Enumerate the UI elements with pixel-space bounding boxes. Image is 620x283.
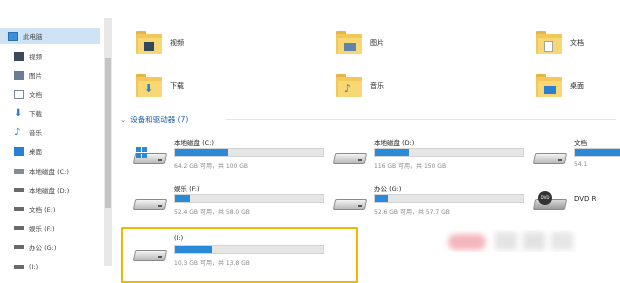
- drive-e[interactable]: 文档 54.1: [532, 137, 620, 177]
- sidebar-item-drive-i[interactable]: (I:): [0, 259, 38, 275]
- download-folder-icon: ⬇: [136, 73, 162, 99]
- video-folder-icon: [136, 30, 162, 56]
- sidebar-item-label: 图片: [29, 72, 42, 80]
- folder-music[interactable]: ♪ 音乐: [336, 73, 384, 99]
- drive-c[interactable]: 本地磁盘 (C:) 64.2 GB 可用，共 100 GB: [132, 137, 332, 177]
- drive-icon: [14, 265, 24, 269]
- folder-downloads[interactable]: ⬇ 下载: [136, 73, 184, 99]
- sidebar-item-label: 文档 (E:): [29, 206, 56, 214]
- sidebar-item-downloads[interactable]: ⬇ 下载: [0, 105, 42, 121]
- sidebar-item-label: 此电脑: [23, 33, 43, 41]
- sidebar-item-video[interactable]: 视频: [0, 48, 42, 64]
- drive-icon: [14, 245, 24, 249]
- sidebar-item-music[interactable]: ♪ 音乐: [0, 124, 42, 140]
- drive-name: 本地磁盘 (C:): [174, 139, 214, 147]
- sidebar-item-label: 本地磁盘 (D:): [29, 187, 70, 195]
- drive-capacity: 54.1: [574, 161, 588, 168]
- drive-usage-bar: [374, 194, 524, 203]
- folder-label: 桌面: [570, 82, 584, 90]
- drive-d[interactable]: 本地磁盘 (D:) 116 GB 可用，共 150 GB: [332, 137, 532, 177]
- documents-icon: [14, 89, 24, 99]
- pictures-icon: [14, 70, 24, 80]
- folder-label: 下载: [170, 82, 184, 90]
- sidebar-item-this-pc[interactable]: 此电脑: [0, 28, 100, 44]
- drive-icon: [532, 149, 568, 167]
- drive-icon: [332, 195, 368, 213]
- sidebar-item-drive-e[interactable]: 文档 (E:): [0, 201, 55, 217]
- drive-name: 娱乐 (F:): [174, 185, 200, 193]
- music-folder-icon: ♪: [336, 73, 362, 99]
- highlight-annotation: [121, 227, 358, 283]
- folder-label: 文档: [570, 39, 584, 47]
- sidebar-item-label: 本地磁盘 (C:): [29, 168, 69, 176]
- blurred-watermark: [448, 232, 573, 250]
- drive-icon: [132, 195, 168, 213]
- drive-usage-bar: [174, 194, 324, 203]
- dvd-drive-icon: DVD: [532, 191, 568, 213]
- sidebar-item-desktop[interactable]: 桌面: [0, 143, 42, 159]
- section-divider: [226, 119, 616, 120]
- sidebar-item-label: 音乐: [29, 129, 42, 137]
- folder-label: 图片: [370, 39, 384, 47]
- sidebar-item-label: (I:): [29, 263, 39, 271]
- pictures-folder-icon: [336, 30, 362, 56]
- devices-section-header[interactable]: ⌄ 设备和驱动器 (7): [120, 114, 188, 125]
- drive-capacity: 52.4 GB 可用，共 58.0 GB: [174, 209, 250, 216]
- folder-pictures[interactable]: 图片: [336, 30, 384, 56]
- folder-documents[interactable]: 文档: [536, 30, 584, 56]
- sidebar-scrollbar[interactable]: [104, 18, 112, 266]
- drive-name: 文档: [574, 139, 587, 147]
- drive-g[interactable]: 办公 (G:) 52.6 GB 可用，共 57.7 GB: [332, 183, 532, 223]
- sidebar-item-label: 桌面: [29, 148, 42, 156]
- drive-capacity: 116 GB 可用，共 150 GB: [374, 163, 447, 170]
- drive-usage-bar: [174, 148, 324, 157]
- sidebar-item-pictures[interactable]: 图片: [0, 67, 42, 83]
- sidebar-item-drive-d[interactable]: 本地磁盘 (D:): [0, 182, 69, 198]
- desktop-folder-icon: [536, 73, 562, 99]
- drive-icon: [14, 168, 24, 174]
- drive-name: 办公 (G:): [374, 185, 402, 193]
- documents-folder-icon: [536, 30, 562, 56]
- sidebar-item-drive-g[interactable]: 办公 (G:): [0, 239, 56, 255]
- drive-icon: [14, 207, 24, 211]
- drive-usage-bar: [374, 148, 524, 157]
- drive-icon: [332, 149, 368, 167]
- system-drive-icon: [132, 147, 168, 167]
- drive-name: 本地磁盘 (D:): [374, 139, 415, 147]
- sidebar-item-label: 娱乐 (F:): [29, 225, 55, 233]
- scrollbar-thumb[interactable]: [105, 58, 111, 208]
- drive-usage-bar: [574, 148, 620, 157]
- drive-capacity: 52.6 GB 可用，共 57.7 GB: [374, 209, 450, 216]
- drive-name: DVD R: [574, 195, 597, 203]
- folder-video[interactable]: 视频: [136, 30, 184, 56]
- navigation-pane: 此电脑 视频 图片 文档 ⬇ 下载 ♪ 音乐 桌面 本地磁盘 (C:) 本地磁盘…: [0, 0, 114, 283]
- sidebar-item-documents[interactable]: 文档: [0, 86, 42, 102]
- drive-icon: [14, 188, 24, 192]
- sidebar-item-drive-c[interactable]: 本地磁盘 (C:): [0, 163, 69, 179]
- drive-f[interactable]: 娱乐 (F:) 52.4 GB 可用，共 58.0 GB: [132, 183, 332, 223]
- sidebar-item-label: 下载: [29, 110, 42, 118]
- folder-label: 音乐: [370, 82, 384, 90]
- pc-icon: [8, 31, 18, 41]
- folder-label: 视频: [170, 39, 184, 47]
- download-icon: ⬇: [14, 107, 23, 119]
- sidebar-item-label: 办公 (G:): [29, 244, 57, 252]
- drive-icon: [14, 226, 24, 230]
- section-title: 设备和驱动器 (7): [130, 115, 189, 124]
- desktop-icon: [14, 146, 24, 156]
- sidebar-item-drive-f[interactable]: 娱乐 (F:): [0, 220, 55, 236]
- drive-dvd[interactable]: DVD DVD R: [532, 183, 620, 223]
- music-icon: ♪: [14, 126, 21, 138]
- sidebar-item-label: 文档: [29, 91, 42, 99]
- drive-capacity: 64.2 GB 可用，共 100 GB: [174, 163, 248, 170]
- sidebar-item-label: 视频: [29, 53, 42, 61]
- folder-desktop[interactable]: 桌面: [536, 73, 584, 99]
- video-icon: [14, 51, 24, 61]
- chevron-down-icon[interactable]: ⌄: [120, 115, 126, 124]
